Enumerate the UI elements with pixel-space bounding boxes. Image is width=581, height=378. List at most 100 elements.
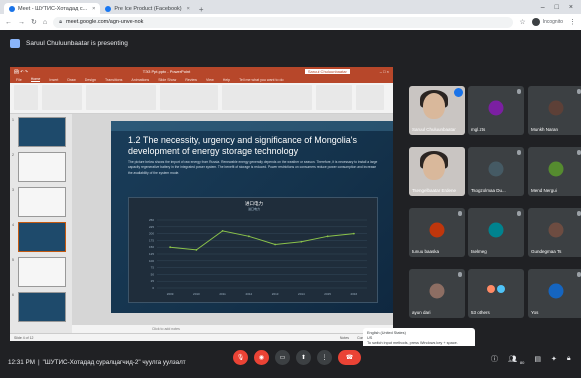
ribbon-tab: Home [30, 77, 41, 82]
chat-icon[interactable]: ▤ [534, 355, 541, 363]
browser-tab-meet[interactable]: Meet - ШУТИС-Хотадад с... × [4, 3, 101, 14]
host-controls-icon[interactable]: 🔒︎ [567, 355, 571, 363]
ribbon-tab: Draw [67, 77, 76, 82]
slide-thumbnail[interactable]: 5 [12, 257, 66, 287]
thumb-number: 2 [12, 153, 14, 157]
bookmark-star-icon[interactable]: ☆ [519, 18, 525, 26]
mic-toggle-button[interactable]: 🎙︎ [233, 350, 248, 365]
current-slide[interactable]: 1.2 The necessity, urgency and significa… [111, 121, 393, 313]
maximize-button[interactable]: □ [555, 4, 559, 11]
slide-chart: 进口电力 进口电力 0 25 50 75 100 125 150 175 200 225 250 20… [128, 197, 378, 303]
meeting-time: 12:31 PM [8, 358, 35, 366]
presenting-banner: Saruul Chuluunbaatar is presenting [0, 30, 581, 56]
facebook-favicon-icon [105, 5, 112, 12]
thumb-number: 4 [12, 223, 14, 227]
ppt-ribbon [10, 83, 393, 114]
participant-tile[interactable]: Gundegmaa Ts [528, 208, 581, 257]
url-text: meet.google.com/agn-unve-nok [66, 19, 144, 25]
data-point [326, 235, 329, 238]
mic-off-icon [517, 211, 521, 216]
reload-icon[interactable]: ↻ [31, 18, 37, 26]
chart-plot: 0 25 50 75 100 125 150 175 200 225 250 2009 2010 2011… [149, 218, 367, 296]
y-tick-label: 100 [149, 259, 154, 263]
avatar [488, 222, 504, 238]
mic-off-icon [517, 89, 521, 94]
participant-tile[interactable]: Mend Nergui [528, 147, 581, 196]
back-icon[interactable]: ← [5, 19, 12, 26]
avatar [487, 284, 495, 293]
person-face [423, 154, 445, 180]
thumb-number: 3 [12, 188, 14, 192]
slide-body-text: The picture below shows the import of ra… [128, 160, 378, 175]
profile-button[interactable]: Incognito [531, 18, 563, 26]
y-tick-label: 150 [149, 245, 154, 249]
info-icon[interactable]: ⓘ [491, 354, 498, 364]
ribbon-group-font [86, 85, 156, 110]
participant-tile[interactable]: mgl.zts [468, 86, 524, 135]
avatar [548, 100, 564, 116]
captions-icon: ▭ [279, 355, 286, 361]
close-tab-icon[interactable]: × [92, 6, 95, 12]
slide-thumbnail[interactable]: 4 [12, 222, 66, 252]
slide-thumbnail[interactable]: 1 [12, 117, 66, 147]
y-tick-label: 200 [149, 232, 154, 236]
participant-tile[interactable]: Tsogzolmaa Du... [468, 147, 524, 196]
data-point [300, 240, 303, 243]
notes-pane[interactable]: Click to add notes [72, 325, 393, 333]
meeting-info: 12:31 PM | "ШУТИС-Хотадад суралцагчид-2"… [8, 359, 186, 366]
x-tick-label: 2014 [298, 292, 305, 296]
meeting-separator: | [37, 358, 40, 366]
new-tab-button[interactable]: + [195, 5, 208, 14]
slide-editor: 1.2 The necessity, urgency and significa… [72, 114, 393, 333]
close-window-button[interactable]: × [569, 4, 573, 11]
more-options-button[interactable]: ⋮ [317, 350, 332, 365]
notes-placeholder: Click to add notes [152, 327, 180, 331]
person-face [423, 93, 445, 119]
ribbon-tab: View [205, 77, 214, 82]
participant-name: Munkh Naran [531, 127, 559, 132]
participant-tile[interactable]: tunuu baaska [409, 208, 465, 257]
participant-name: Saruul Chuluunbaatar [412, 127, 456, 132]
participant-tile[interactable]: Yos [528, 269, 581, 318]
others-tile[interactable]: 53 others [468, 269, 524, 318]
thumb-number: 6 [12, 293, 14, 297]
avatar [429, 222, 445, 238]
close-tab-icon[interactable]: × [187, 6, 190, 12]
activities-icon[interactable]: ✦ [551, 355, 557, 363]
participant-tile[interactable]: Munkh Naran [528, 86, 581, 135]
participant-tile[interactable]: Tsengelbaatar Erdene [409, 147, 465, 196]
participant-tile[interactable]: ayun dari [409, 269, 465, 318]
data-point [195, 249, 198, 251]
more-menu-icon[interactable]: ⋮ [569, 18, 576, 26]
y-tick-label: 50 [151, 272, 155, 276]
slide-thumbnail[interactable]: 6 [12, 292, 66, 322]
camera-toggle-button[interactable]: ◉ [254, 350, 269, 365]
leave-call-button[interactable]: ☎︎ [338, 350, 361, 365]
avatar [429, 283, 445, 299]
slide-thumbnail[interactable]: 2 [12, 152, 66, 182]
y-tick-label: 175 [149, 238, 154, 242]
incognito-icon [531, 18, 540, 26]
mic-off-icon: 🎙︎ [236, 355, 245, 361]
ribbon-tab: Help [222, 77, 231, 82]
home-icon[interactable]: ⌂ [43, 19, 47, 26]
ppt-ribbon-tabs: File Home Insert Draw Design Transitions… [10, 76, 393, 83]
participant-tile[interactable]: Saruul Chuluunbaatar [409, 86, 465, 135]
browser-toolbar: ← → ↻ ⌂ 🔒︎ meet.google.com/agn-unve-nok … [0, 14, 581, 30]
present-button[interactable]: ⬆︎ [296, 350, 311, 365]
slide-title: 1.2 The necessity, urgency and significa… [128, 135, 358, 156]
avatar [548, 222, 564, 238]
participant-tile[interactable]: tselmeg [468, 208, 524, 257]
forward-icon[interactable]: → [18, 19, 25, 26]
notes-toggle[interactable]: Notes [340, 336, 349, 340]
captions-button[interactable]: ▭ [275, 350, 290, 365]
people-icon[interactable]: 👥︎ [508, 355, 517, 363]
participant-name: Yos [531, 310, 539, 315]
present-screen-icon [10, 38, 20, 48]
browser-tab-facebook[interactable]: Pre Ice Product (Facebook) × [100, 3, 194, 14]
minimize-button[interactable]: – [541, 4, 545, 11]
x-tick-label: 2009 [167, 292, 174, 296]
address-bar[interactable]: 🔒︎ meet.google.com/agn-unve-nok [53, 16, 514, 28]
slide-thumbnail[interactable]: 3 [12, 187, 66, 217]
x-tick-label: 2011 [219, 292, 226, 296]
